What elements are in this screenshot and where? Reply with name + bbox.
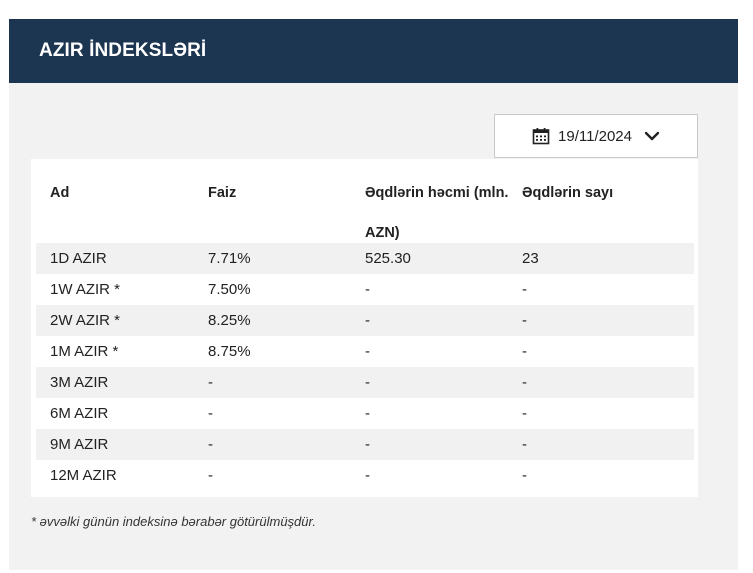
cell-volume: 525.30	[365, 250, 411, 267]
cell-volume: -	[365, 436, 370, 453]
column-header-rate: Faiz	[208, 185, 237, 201]
date-value: 19/11/2024	[558, 127, 632, 145]
cell-name: 6M AZIR	[50, 405, 109, 422]
cell-rate: 7.71%	[208, 250, 251, 267]
table-body: 1D AZIR 7.71% 525.30 23 1W AZIR * 7.50% …	[36, 243, 694, 491]
cell-name: 12M AZIR	[50, 467, 117, 484]
cell-volume: -	[365, 281, 370, 298]
cell-name: 9M AZIR	[50, 436, 109, 453]
date-picker[interactable]: 19/11/2024	[494, 114, 698, 158]
cell-rate: -	[208, 405, 213, 422]
cell-volume: -	[365, 343, 370, 360]
footnote: * əvvəlki günün indeksinə bərabər götürü…	[31, 514, 316, 529]
cell-count: -	[522, 343, 527, 360]
cell-count: 23	[522, 250, 539, 267]
cell-rate: 7.50%	[208, 281, 251, 298]
cell-count: -	[522, 405, 527, 422]
table-row: 1M AZIR * 8.75% - -	[36, 336, 694, 367]
table-row: 9M AZIR - - -	[36, 429, 694, 460]
cell-name: 1M AZIR *	[50, 343, 119, 360]
chevron-down-icon	[644, 130, 660, 142]
cell-count: -	[522, 312, 527, 329]
table-row: 3M AZIR - - -	[36, 367, 694, 398]
cell-count: -	[522, 281, 527, 298]
panel-title: AZIR İNDEKSLƏRİ	[39, 40, 207, 61]
cell-volume: -	[365, 374, 370, 391]
cell-count: -	[522, 374, 527, 391]
cell-name: 2W AZIR *	[50, 312, 121, 329]
cell-volume: -	[365, 405, 370, 422]
cell-name: 1D AZIR	[50, 250, 107, 267]
cell-rate: -	[208, 436, 213, 453]
panel-header: AZIR İNDEKSLƏRİ	[9, 19, 738, 83]
column-header-name: Ad	[50, 185, 70, 201]
calendar-icon	[532, 127, 550, 145]
cell-rate: 8.75%	[208, 343, 251, 360]
table-row: 12M AZIR - - -	[36, 460, 694, 491]
table-header: Ad Faiz Əqdlərin həcmi (mln. AZN) Əqdlər…	[31, 159, 698, 243]
table-row: 6M AZIR - - -	[36, 398, 694, 429]
azir-table: Ad Faiz Əqdlərin həcmi (mln. AZN) Əqdlər…	[31, 159, 698, 497]
table-row: 1W AZIR * 7.50% - -	[36, 274, 694, 305]
cell-name: 3M AZIR	[50, 374, 109, 391]
table-row: 2W AZIR * 8.25% - -	[36, 305, 694, 336]
cell-volume: -	[365, 312, 370, 329]
cell-rate: -	[208, 467, 213, 484]
cell-name: 1W AZIR *	[50, 281, 121, 298]
column-header-volume: Əqdlərin həcmi (mln. AZN)	[365, 185, 509, 241]
cell-rate: -	[208, 374, 213, 391]
cell-count: -	[522, 436, 527, 453]
cell-rate: 8.25%	[208, 312, 251, 329]
column-header-count: Əqdlərin sayı	[522, 185, 614, 201]
table-row: 1D AZIR 7.71% 525.30 23	[36, 243, 694, 274]
cell-count: -	[522, 467, 527, 484]
cell-volume: -	[365, 467, 370, 484]
